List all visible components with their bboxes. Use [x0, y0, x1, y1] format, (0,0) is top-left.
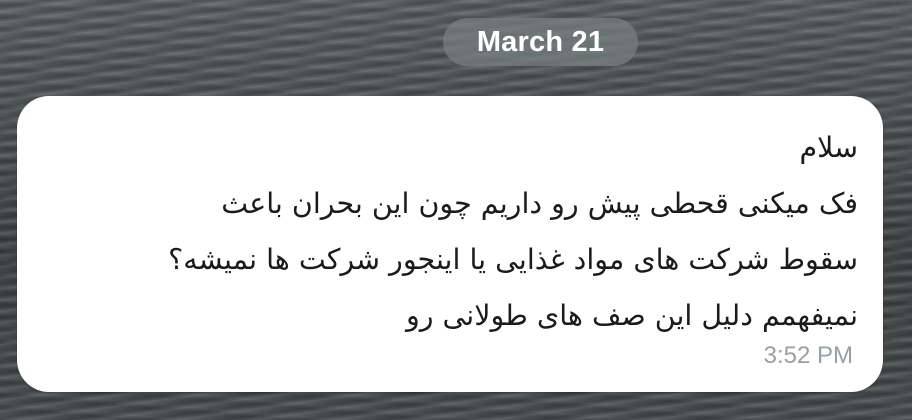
date-separator-label: March 21 — [476, 25, 605, 58]
message-bubble[interactable]: سلام فک میکنی قحطی پیش رو داریم چون این … — [17, 96, 883, 392]
date-separator: March 21 — [443, 18, 638, 66]
message-line: نمیفهمم دلیل این صف های طولانی رو — [405, 299, 858, 332]
message-line: سقوط شرکت های مواد غذایی یا اینجور شرکت … — [168, 243, 858, 276]
message-line: فک میکنی قحطی پیش رو داریم چون این بحران… — [221, 187, 858, 220]
message-line: سلام — [799, 131, 858, 164]
chat-background: { "date_separator": { "label": "March 21… — [0, 0, 912, 420]
message-timestamp: 3:52 PM — [763, 342, 853, 369]
message-text: سلام فک میکنی قحطی پیش رو داریم چون این … — [38, 120, 858, 344]
